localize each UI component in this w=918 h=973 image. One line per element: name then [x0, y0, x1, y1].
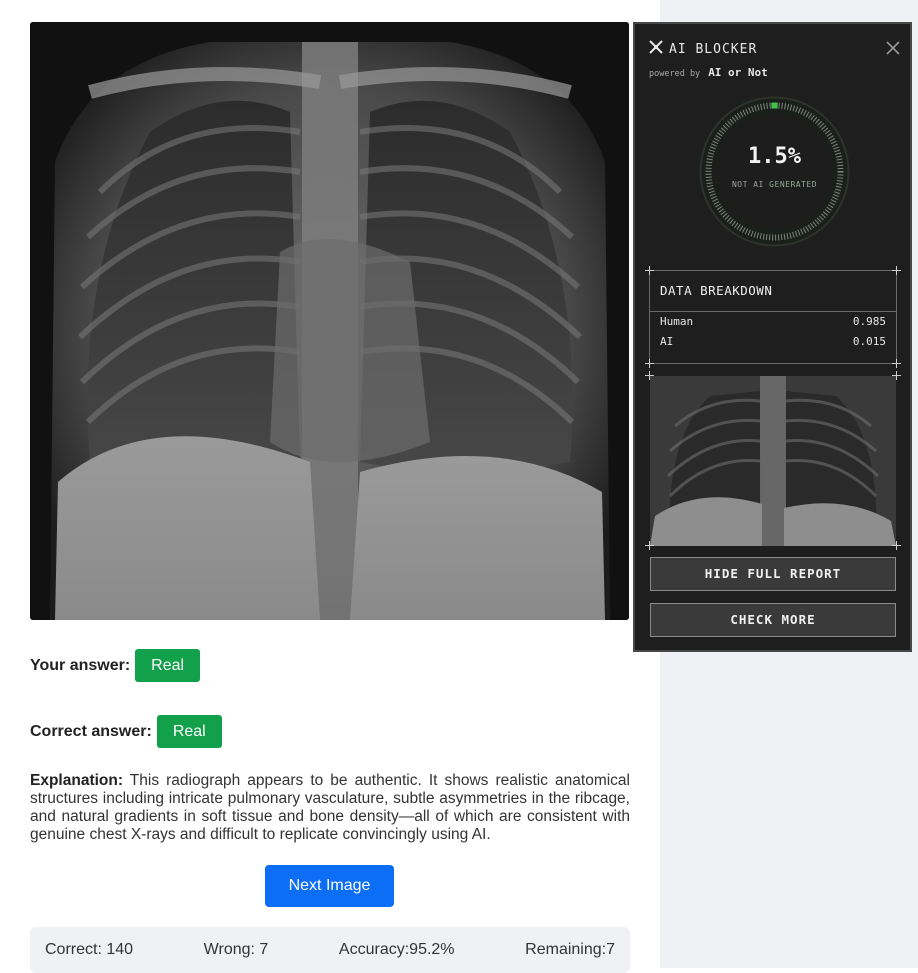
panel-title-text: AI BLOCKER [669, 42, 757, 57]
ai-blocker-panel: AI BLOCKER powered by AI or Not 1.5% NOT … [633, 22, 912, 652]
explanation-label: Explanation: [30, 772, 123, 789]
hide-full-report-button[interactable]: HIDE FULL REPORT [650, 557, 896, 591]
breakdown-label: AI [660, 332, 673, 352]
corner-marker [645, 371, 654, 380]
your-answer-label: Your answer: [30, 657, 130, 675]
corner-marker [645, 266, 654, 275]
breakdown-value: 0.015 [853, 332, 886, 352]
score-label: NOT AI GENERATED [635, 180, 914, 189]
check-more-button[interactable]: CHECK MORE [650, 603, 896, 637]
stat-correct: Correct: 140 [45, 941, 133, 959]
corner-marker [892, 541, 901, 550]
powered-by-brand: AI or Not [708, 66, 768, 79]
next-image-button[interactable]: Next Image [265, 865, 394, 907]
panel-title: AI BLOCKER [649, 40, 757, 58]
correct-answer-row: Correct answer: Real [30, 715, 222, 748]
corner-marker [892, 371, 901, 380]
corner-marker [645, 359, 654, 368]
correct-answer-label: Correct answer: [30, 723, 152, 741]
score-percent: 1.5% [635, 144, 914, 169]
stat-remaining: Remaining:7 [525, 941, 615, 959]
breakdown-value: 0.985 [853, 312, 886, 332]
stats-bar: Correct: 140 Wrong: 7 Accuracy:95.2% Rem… [30, 927, 630, 973]
breakdown-label: Human [660, 312, 693, 332]
breakdown-row-ai: AI 0.015 [650, 332, 896, 352]
xray-image [30, 22, 629, 620]
powered-by-prefix: powered by [649, 69, 700, 79]
powered-by: powered by AI or Not [649, 66, 768, 79]
ai-blocker-logo-icon [649, 40, 663, 58]
close-icon[interactable] [886, 38, 900, 58]
corner-marker [892, 266, 901, 275]
breakdown-title: DATA BREAKDOWN [650, 271, 896, 312]
corner-marker [892, 359, 901, 368]
breakdown-row-human: Human 0.985 [650, 312, 896, 332]
explanation-text: Explanation: This radiograph appears to … [30, 772, 630, 844]
corner-marker [645, 541, 654, 550]
your-answer-badge: Real [135, 649, 200, 682]
correct-answer-badge: Real [157, 715, 222, 748]
score-gauge [697, 94, 852, 249]
stat-accuracy: Accuracy:95.2% [339, 941, 455, 959]
xray-thumbnail [650, 376, 896, 546]
stat-wrong: Wrong: 7 [204, 941, 269, 959]
data-breakdown: DATA BREAKDOWN Human 0.985 AI 0.015 [649, 270, 897, 364]
your-answer-row: Your answer: Real [30, 649, 200, 682]
